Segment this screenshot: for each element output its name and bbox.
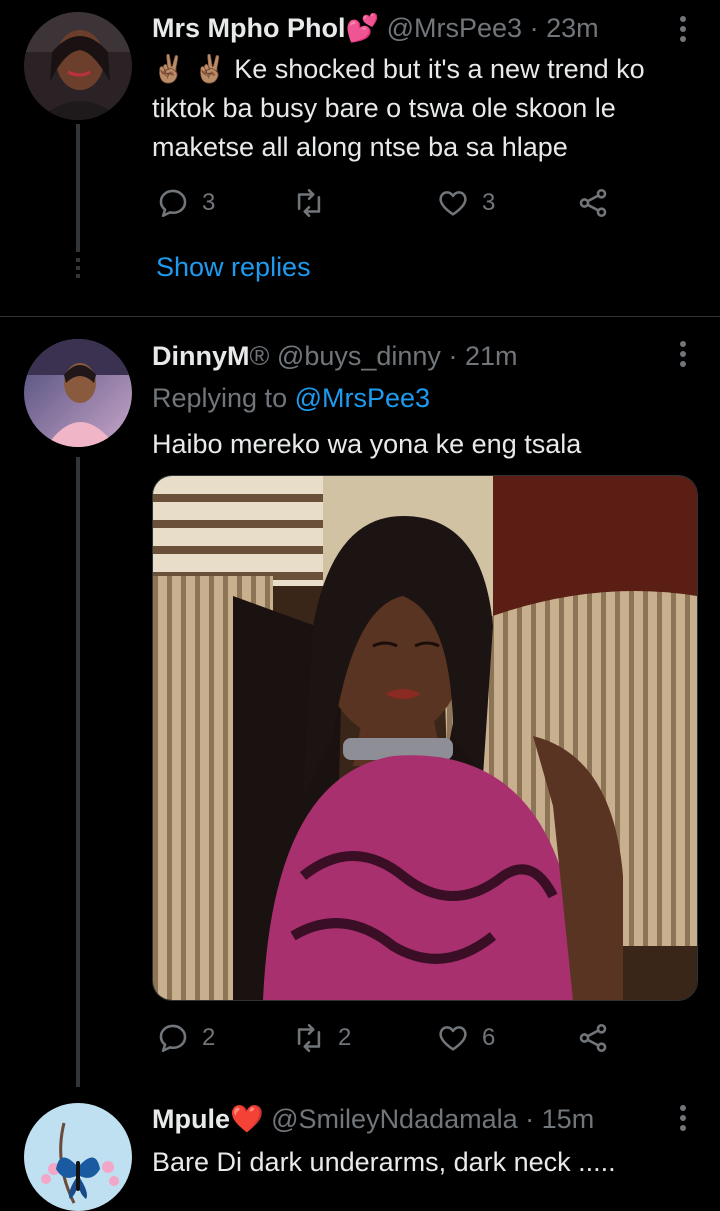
avatar[interactable] (24, 12, 132, 120)
reply-count: 3 (202, 189, 216, 216)
tweet-image[interactable] (152, 475, 698, 1001)
reply-count: 2 (202, 1024, 216, 1051)
tweet-mpule[interactable]: Mpule❤️ @SmileyNdadamala · 15m Bare Di d… (0, 1087, 720, 1211)
thread-line (76, 124, 80, 252)
retweet-count: 2 (338, 1024, 352, 1051)
more-options-icon[interactable] (680, 1105, 688, 1135)
author-handle[interactable]: @MrsPee3 (387, 13, 522, 43)
more-options-icon[interactable] (680, 16, 688, 46)
thread-line (76, 457, 80, 1087)
author-name[interactable]: Mrs Mpho Phol (152, 13, 345, 43)
replying-to: Replying to @MrsPee3 (152, 379, 430, 418)
replying-prefix: Replying to (152, 383, 295, 413)
share-icon (579, 188, 607, 218)
heart-icon (439, 191, 467, 216)
thread-dots (76, 258, 80, 278)
share-icon (579, 1023, 607, 1053)
reply-button[interactable]: 3 (156, 186, 215, 220)
reply-button[interactable]: 2 (156, 1021, 215, 1055)
more-options-icon[interactable] (680, 341, 688, 371)
show-replies-link[interactable]: Show replies (156, 252, 311, 283)
tweet-time[interactable]: · 21m (448, 341, 517, 371)
tweet-actions: 2 2 6 (152, 1021, 632, 1061)
tweet-header: Mrs Mpho Phol💕 @MrsPee3 · 23m (152, 12, 599, 44)
author-handle[interactable]: @buys_dinny (277, 341, 441, 371)
tweet-header: Mpule❤️ @SmileyNdadamala · 15m (152, 1103, 594, 1135)
author-handle[interactable]: @SmileyNdadamala (271, 1104, 518, 1134)
replying-to-handle[interactable]: @MrsPee3 (295, 383, 430, 413)
author-emoji: ® (249, 341, 270, 371)
like-button[interactable]: 3 (436, 186, 495, 220)
like-count: 3 (482, 189, 496, 216)
tweet-text: Haibo mereko wa yona ke eng tsala (152, 429, 582, 459)
retweet-button[interactable] (292, 186, 326, 220)
tweet-header: DinnyM® @buys_dinny · 21m (152, 341, 517, 372)
retweet-icon (297, 188, 321, 218)
tweet-dinnym[interactable]: DinnyM® @buys_dinny · 21m Replying to @M… (0, 317, 720, 1087)
like-button[interactable]: 6 (436, 1021, 495, 1055)
tweet-time[interactable]: · 23m (530, 13, 599, 43)
author-emoji: ❤️ (230, 1104, 264, 1134)
share-button[interactable] (576, 1021, 610, 1055)
author-emoji: 💕 (345, 13, 380, 43)
tweet-mrs-mpho-phol[interactable]: Mrs Mpho Phol💕 @MrsPee3 · 23m ✌🏽 ✌🏽 Ke s… (0, 0, 720, 316)
tweet-text: ✌🏽 ✌🏽 Ke shocked but it's a new trend ko… (152, 54, 645, 162)
retweet-icon (297, 1023, 321, 1053)
tweet-actions: 3 3 (152, 186, 632, 226)
author-name[interactable]: Mpule (152, 1104, 230, 1134)
author-name[interactable]: DinnyM (152, 341, 250, 371)
retweet-button[interactable]: 2 (292, 1021, 351, 1055)
reply-icon (159, 1024, 187, 1053)
avatar[interactable] (24, 1103, 132, 1211)
like-count: 6 (482, 1024, 496, 1051)
heart-icon (439, 1026, 467, 1051)
share-button[interactable] (576, 186, 610, 220)
tweet-time[interactable]: · 15m (525, 1104, 594, 1134)
avatar[interactable] (24, 339, 132, 447)
tweet-text: Bare Di dark underarms, dark neck ..... (152, 1147, 616, 1177)
reply-icon (159, 189, 187, 218)
